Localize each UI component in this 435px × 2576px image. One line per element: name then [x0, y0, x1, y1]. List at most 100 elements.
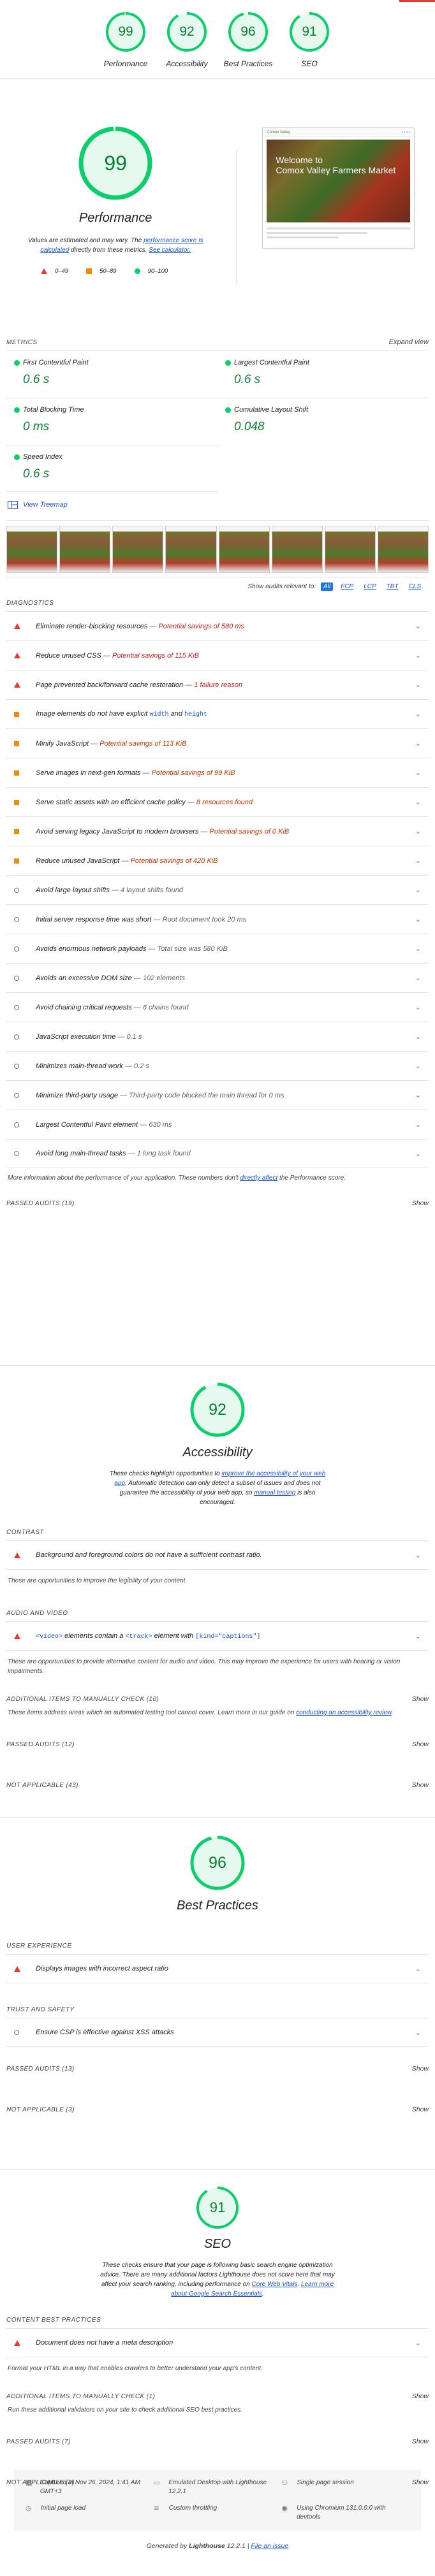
audit-row[interactable]: JavaScript execution time — 0.1 s ⌄ — [6, 1022, 429, 1051]
audit-contrast[interactable]: Background and foreground colors do not … — [6, 1540, 429, 1570]
audit-detail: 6 chains found — [142, 1003, 189, 1011]
gauge-label: Accessibility — [166, 59, 208, 68]
audit-title: Avoid serving legacy JavaScript to moder… — [36, 827, 199, 836]
show-toggle[interactable]: Show — [412, 2478, 429, 2486]
core-web-vitals-link[interactable]: Core Web Vitals — [252, 2281, 298, 2288]
audit-row[interactable]: Avoid chaining critical requests — 6 cha… — [6, 992, 429, 1022]
generated-by: Generated by Lighthouse 12.2.1 | File an… — [146, 2542, 289, 2550]
final-screenshot[interactable]: Comox Valley ▪ ▪ ▪ ▪ Welcome to Comox Vall… — [262, 127, 415, 249]
show-toggle[interactable]: Show — [412, 1781, 429, 1789]
audit-row[interactable]: Image elements do not have explicit widt… — [6, 699, 429, 728]
desktop-icon: ▭ — [153, 2479, 161, 2487]
summary-seo[interactable]: 91 SEO — [284, 11, 335, 78]
screenshot-brand: Comox Valley — [267, 130, 290, 134]
fail-triangle-icon — [14, 1965, 20, 1972]
filter-fcp[interactable]: FCP — [338, 582, 356, 591]
browser-icon: ◉ — [281, 2505, 288, 2512]
performance-title: Performance — [78, 211, 152, 225]
audit-title: Minify JavaScript — [36, 739, 89, 748]
see-calculator-link[interactable]: See calculator. — [149, 247, 191, 254]
gauge-score: 92 — [179, 24, 195, 39]
load-info: ◷ Initial page load — [26, 2505, 86, 2512]
seo-manual-items[interactable]: ADDITIONAL ITEMS TO MANUALLY CHECK (1) Sh… — [0, 2387, 435, 2405]
accessibility-review-link[interactable]: conducting an accessibility review — [296, 1709, 392, 1716]
divider — [236, 150, 237, 284]
score-summary: 99 Performance 92 Accessibility 96 Best … — [0, 2, 435, 78]
show-toggle[interactable]: Show — [412, 1199, 429, 1207]
audit-aspect-ratio[interactable]: Displays images with incorrect aspect ra… — [6, 1954, 429, 1983]
audit-row[interactable]: Minimizes main-thread work — 0.2 s ⌄ — [6, 1051, 429, 1080]
contrast-header: CONTRAST — [6, 1528, 44, 1536]
pass-circle-icon — [14, 407, 20, 413]
audit-row[interactable]: Avoid serving legacy JavaScript to moder… — [6, 816, 429, 846]
audit-row[interactable]: Largest Contentful Paint element — 630 m… — [6, 1110, 429, 1139]
show-toggle[interactable]: Show — [412, 1695, 429, 1703]
metrics-grid: First Contentful Paint 0.6 s Largest Cont… — [0, 351, 435, 492]
session-icon: ⚇ — [281, 2479, 288, 2487]
filter-tbt[interactable]: TBT — [384, 582, 401, 591]
show-toggle[interactable]: Show — [412, 2106, 429, 2113]
trust-safety-header: TRUST AND SAFETY — [6, 2006, 75, 2013]
info-circle-icon — [14, 946, 19, 952]
audit-row[interactable]: Minify JavaScript — Potential savings of… — [6, 728, 429, 758]
show-toggle[interactable]: Show — [412, 2438, 429, 2445]
filter-all[interactable]: All — [321, 582, 334, 591]
filmstrip-frame — [112, 526, 164, 573]
chevron-down-icon: ⌄ — [415, 857, 421, 865]
chevron-down-icon: ⌄ — [415, 1004, 421, 1011]
accessibility-manual-items[interactable]: ADDITIONAL ITEMS TO MANUALLY CHECK (10) S… — [0, 1690, 435, 1708]
audit-csp[interactable]: Ensure CSP is effective against XSS atta… — [6, 2018, 429, 2047]
diagnostics-header: DIAGNOSTICS — [0, 595, 435, 611]
file-issue-link[interactable]: File an issue — [251, 2542, 288, 2550]
audit-title: Eliminate render-blocking resources — [36, 622, 148, 630]
expand-view-toggle[interactable]: Expand view — [389, 338, 429, 346]
audit-row[interactable]: Avoids enormous network payloads — Total… — [6, 934, 429, 963]
performance-more-info: More information about the performance o… — [8, 1175, 346, 1182]
show-toggle[interactable]: Show — [412, 2065, 429, 2073]
average-square-icon — [14, 829, 19, 834]
seo-passed-audits[interactable]: PASSED AUDITS (7) Show — [0, 2433, 435, 2450]
screenshot-hero: Welcome to Comox Valley Farmers Market — [267, 140, 410, 222]
summary-accessibility[interactable]: 92 Accessibility — [161, 11, 212, 78]
seo-category: 91 SEO These checks ensure that your pag… — [0, 2170, 435, 2486]
audit-row[interactable]: Reduce unused JavaScript — Potential sav… — [6, 846, 429, 875]
directly-affect-link[interactable]: directly affect — [240, 1175, 277, 1182]
summary-best-practices[interactable]: 96 Best Practices — [223, 11, 274, 78]
score-legend: 0–49 50–89 90–100 — [20, 268, 210, 275]
audit-row[interactable]: Minimize third-party usage — Third-party… — [6, 1080, 429, 1110]
audit-video-captions[interactable]: <video> elements contain a <track> eleme… — [6, 1621, 429, 1651]
performance-passed-audits[interactable]: PASSED AUDITS (19) Show — [0, 1194, 435, 1212]
filter-cls[interactable]: CLS — [406, 582, 424, 591]
audit-detail: Potential savings of 99 KiB — [151, 769, 235, 777]
audit-row[interactable]: Initial server response time was short —… — [6, 904, 429, 934]
audit-row[interactable]: Page prevented back/forward cache restor… — [6, 670, 429, 699]
chevron-down-icon: ⌄ — [415, 769, 421, 777]
view-treemap-button[interactable]: View Treemap — [8, 501, 68, 509]
audit-title: Initial server response time was short — [36, 915, 152, 923]
accessibility-passed-audits[interactable]: PASSED AUDITS (12) Show — [0, 1735, 435, 1753]
run-environment-info: ▦ Captured at Nov 26, 2024, 1:41 AM GMT+3… — [14, 2470, 421, 2531]
best-practices-not-applicable[interactable]: NOT APPLICABLE (3) Show — [0, 2101, 435, 2118]
audit-row[interactable]: Serve images in next-gen formats — Poten… — [6, 758, 429, 787]
performance-category: 99 Performance Values are estimated and … — [0, 79, 435, 1365]
audit-row[interactable]: Avoid large layout shifts — 4 layout shi… — [6, 875, 429, 904]
manual-testing-link[interactable]: manual testing — [254, 1489, 295, 1496]
chevron-down-icon: ⌄ — [415, 974, 421, 982]
summary-performance[interactable]: 99 Performance — [100, 11, 151, 78]
audit-row[interactable]: Avoids an excessive DOM size — 102 eleme… — [6, 963, 429, 992]
audit-row[interactable]: Eliminate render-blocking resources — Po… — [6, 611, 429, 640]
audit-title: Page prevented back/forward cache restor… — [36, 681, 184, 689]
audit-meta-description[interactable]: Document does not have a meta descriptio… — [6, 2328, 429, 2357]
show-toggle[interactable]: Show — [412, 2392, 429, 2400]
audit-row[interactable]: Reduce unused CSS — Potential savings of… — [6, 640, 429, 670]
calendar-icon: ▦ — [26, 2479, 33, 2487]
content-note: Format your HTML in a way that enables c… — [8, 2365, 263, 2372]
filter-lcp[interactable]: LCP — [361, 582, 378, 591]
best-practices-passed-audits[interactable]: PASSED AUDITS (13) Show — [0, 2060, 435, 2078]
show-toggle[interactable]: Show — [412, 1740, 429, 1748]
accessibility-not-applicable[interactable]: NOT APPLICABLE (43) Show — [0, 1776, 435, 1794]
average-square-icon — [14, 858, 19, 864]
audit-row[interactable]: Serve static assets with an efficient ca… — [6, 787, 429, 816]
audit-row[interactable]: Avoid long main-thread tasks — 1 long ta… — [6, 1139, 429, 1168]
audit-title: Reduce unused JavaScript — [36, 857, 120, 865]
